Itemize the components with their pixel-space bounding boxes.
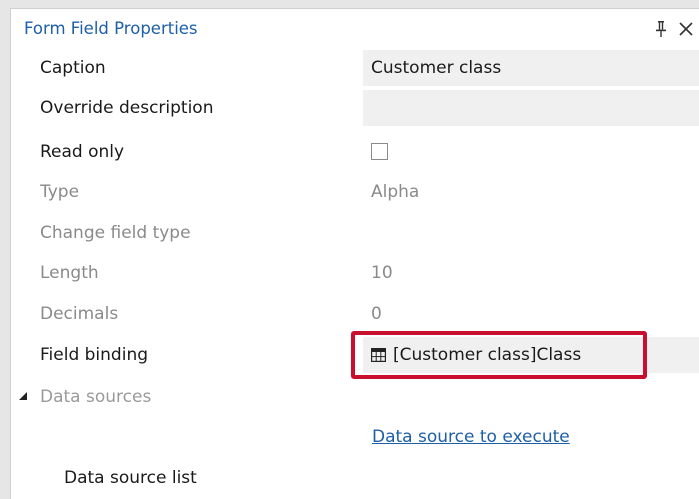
property-row-type: Type Alpha (11, 173, 699, 211)
caption-label: Caption (40, 58, 106, 78)
property-row-length: Length 10 (11, 254, 699, 292)
read-only-label: Read only (40, 142, 125, 162)
data-source-to-execute-link[interactable]: Data source to execute (372, 427, 570, 447)
caption-value: Customer class (371, 58, 502, 78)
length-field: 10 (363, 255, 699, 291)
length-value: 10 (371, 263, 393, 283)
override-description-field[interactable] (363, 90, 699, 126)
change-field-type-label: Change field type (40, 223, 191, 243)
decimals-value: 0 (371, 304, 382, 324)
field-binding-field[interactable]: [Customer class]Class (363, 337, 699, 373)
table-icon (371, 348, 386, 362)
caption-field[interactable]: Customer class (363, 50, 699, 86)
property-row-field-binding: Field binding [Customer class]Class (11, 336, 699, 374)
type-field: Alpha (363, 174, 699, 210)
property-row-decimals: Decimals 0 (11, 295, 699, 333)
property-row-override-description: Override description (11, 89, 699, 127)
length-label: Length (40, 263, 99, 283)
data-source-list-label: Data source list (64, 468, 197, 488)
read-only-checkbox[interactable] (371, 143, 388, 160)
form-field-properties-panel: Form Field Properties Caption Customer c… (10, 8, 699, 499)
field-binding-label: Field binding (40, 345, 149, 365)
decimals-label: Decimals (40, 304, 119, 324)
type-value: Alpha (371, 182, 420, 202)
pin-icon[interactable] (655, 21, 667, 37)
data-sources-section-label: Data sources (40, 387, 152, 407)
property-row-read-only: Read only (11, 133, 699, 171)
override-description-label: Override description (40, 98, 214, 118)
property-row-caption: Caption Customer class (11, 49, 699, 87)
panel-titlebar: Form Field Properties (11, 9, 699, 39)
read-only-field (363, 134, 699, 170)
type-label: Type (40, 182, 80, 202)
panel-title: Form Field Properties (24, 19, 198, 38)
close-icon[interactable] (678, 21, 694, 37)
collapse-triangle-icon[interactable] (18, 391, 28, 401)
property-row-change-field-type: Change field type (11, 214, 699, 252)
decimals-field: 0 (363, 296, 699, 332)
field-binding-value: [Customer class]Class (393, 345, 582, 365)
